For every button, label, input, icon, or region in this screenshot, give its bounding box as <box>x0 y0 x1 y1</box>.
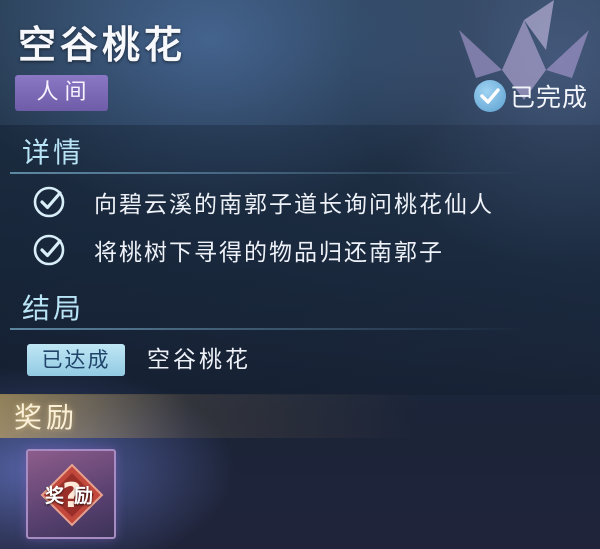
check-circle-icon <box>473 80 506 112</box>
ending-divider <box>10 328 530 330</box>
check-icon <box>33 234 65 266</box>
task-text: 向碧云溪的南郭子道长询问桃花仙人 <box>94 192 494 218</box>
quest-status: 已完成 <box>473 78 588 114</box>
status-label: 已完成 <box>509 83 588 112</box>
task-text: 将桃树下寻得的物品归还南郭子 <box>94 240 444 266</box>
check-icon <box>33 186 65 218</box>
reward-item-slot[interactable]: ? 奖励 <box>26 449 116 539</box>
rewards-heading: 奖励 <box>14 401 79 434</box>
ending-heading: 结局 <box>22 292 85 325</box>
realm-tag: 人间 <box>15 75 108 111</box>
details-heading: 详情 <box>22 136 85 169</box>
task-item: 将桃树下寻得的物品归还南郭子 <box>32 233 444 267</box>
ending-achieved-badge: 已达成 <box>27 344 125 376</box>
task-item: 向碧云溪的南郭子道长询问桃花仙人 <box>32 185 494 219</box>
details-divider <box>10 172 530 174</box>
reward-item-label: 奖励 <box>44 485 103 507</box>
quest-title: 空谷桃花 <box>18 23 187 67</box>
ending-name: 空谷桃花 <box>147 347 251 373</box>
